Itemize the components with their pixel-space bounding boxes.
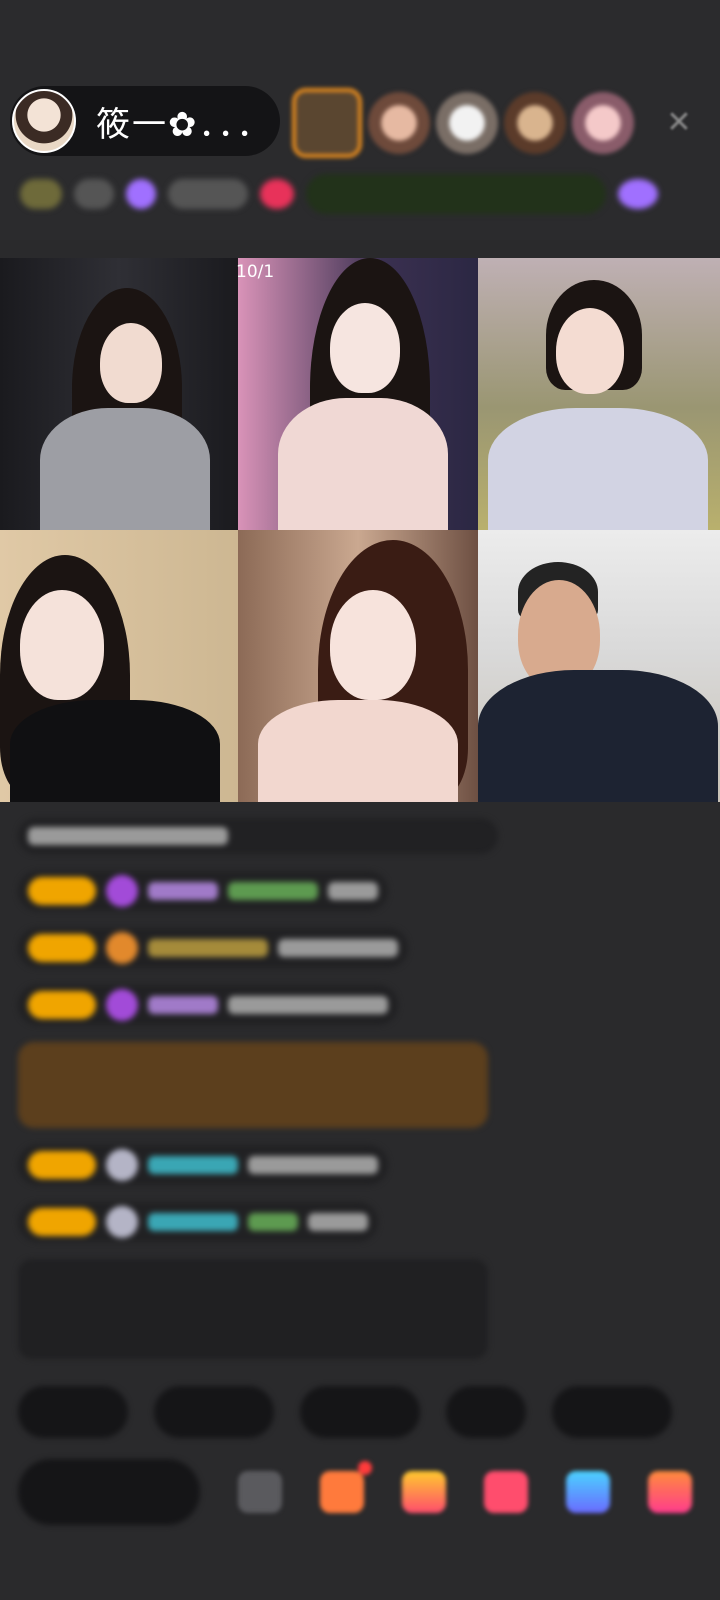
room-info-row xyxy=(20,170,710,218)
chat-text xyxy=(248,1213,298,1231)
level-badge xyxy=(28,1208,96,1236)
notification-dot xyxy=(358,1461,372,1475)
stream-host-face xyxy=(20,590,104,700)
chat-text xyxy=(228,996,388,1014)
video-stream-5[interactable] xyxy=(238,530,478,802)
video-grid xyxy=(0,258,720,802)
chat-message xyxy=(18,928,408,968)
viewer-avatar[interactable] xyxy=(572,92,634,154)
viewer-avatar-list xyxy=(292,88,634,158)
more-icon[interactable] xyxy=(648,1471,692,1513)
gem-icon xyxy=(106,989,138,1021)
close-icon[interactable]: ✕ xyxy=(662,106,696,140)
stream-host-body xyxy=(488,408,708,530)
level-badge xyxy=(28,1151,96,1179)
stream-host-body xyxy=(10,700,220,802)
info-chip xyxy=(20,179,62,209)
chat-username xyxy=(148,996,218,1014)
chat-text xyxy=(308,1213,368,1231)
level-badge xyxy=(28,877,96,905)
stream-host-body xyxy=(278,398,448,530)
game-icon[interactable] xyxy=(566,1471,610,1513)
video-stream-1[interactable] xyxy=(0,258,238,530)
user-icon xyxy=(106,1206,138,1238)
chat-feed xyxy=(18,818,498,1359)
red-packet-icon[interactable] xyxy=(484,1471,528,1513)
video-stream-6[interactable] xyxy=(478,530,720,802)
chat-username xyxy=(148,882,218,900)
info-chip xyxy=(126,179,156,209)
chat-message xyxy=(18,1145,388,1185)
bottom-toolbar xyxy=(18,1456,718,1528)
info-chip xyxy=(618,179,658,209)
system-notice xyxy=(18,1259,488,1359)
video-stream-3[interactable] xyxy=(478,258,720,530)
host-name: 筱一✿．．． xyxy=(96,104,273,145)
quick-reply-button[interactable] xyxy=(154,1386,274,1438)
chat-message xyxy=(18,871,388,911)
gift-message xyxy=(18,1042,488,1128)
chat-message xyxy=(18,1202,378,1242)
viewer-avatar[interactable] xyxy=(504,92,566,154)
quick-reply-button[interactable] xyxy=(552,1386,672,1438)
rank-banner[interactable] xyxy=(306,174,606,214)
chat-text xyxy=(28,827,228,845)
comment-input[interactable] xyxy=(18,1459,200,1525)
gem-icon xyxy=(106,875,138,907)
gift-icon[interactable] xyxy=(402,1471,446,1513)
orange-icon xyxy=(106,932,138,964)
info-chip xyxy=(74,179,114,209)
viewer-avatar[interactable] xyxy=(292,88,362,158)
quick-reply-row xyxy=(18,1386,672,1438)
stream-host-face xyxy=(330,303,400,393)
stream-host-face xyxy=(556,308,624,394)
video-stream-2[interactable] xyxy=(238,258,478,530)
chat-text xyxy=(328,882,378,900)
gift-box-icon[interactable] xyxy=(320,1461,372,1513)
chat-text xyxy=(248,1156,378,1174)
info-chip xyxy=(260,179,294,209)
level-badge xyxy=(28,991,96,1019)
page-indicator: 10/1 xyxy=(236,262,275,282)
chat-username xyxy=(148,1213,238,1231)
host-avatar[interactable] xyxy=(12,89,76,153)
emoji-icon[interactable] xyxy=(238,1471,282,1513)
viewer-avatar[interactable] xyxy=(368,92,430,154)
stream-host-body xyxy=(478,670,718,802)
level-badge xyxy=(28,934,96,962)
quick-reply-button[interactable] xyxy=(18,1386,128,1438)
info-chip xyxy=(168,179,248,209)
user-icon xyxy=(106,1149,138,1181)
video-stream-4[interactable] xyxy=(0,530,238,802)
host-info-pill[interactable]: 筱一✿．．． xyxy=(10,86,280,156)
chat-username xyxy=(228,882,318,900)
chat-username xyxy=(148,1156,238,1174)
quick-reply-button[interactable] xyxy=(446,1386,526,1438)
viewer-avatar[interactable] xyxy=(436,92,498,154)
stream-host-body xyxy=(40,408,210,530)
chat-message xyxy=(18,818,498,854)
quick-reply-button[interactable] xyxy=(300,1386,420,1438)
stream-host-body xyxy=(258,700,458,802)
chat-message xyxy=(18,985,398,1025)
chat-username xyxy=(148,939,268,957)
stream-host-face xyxy=(100,323,162,403)
stream-host-face xyxy=(330,590,416,700)
chat-text xyxy=(278,939,398,957)
